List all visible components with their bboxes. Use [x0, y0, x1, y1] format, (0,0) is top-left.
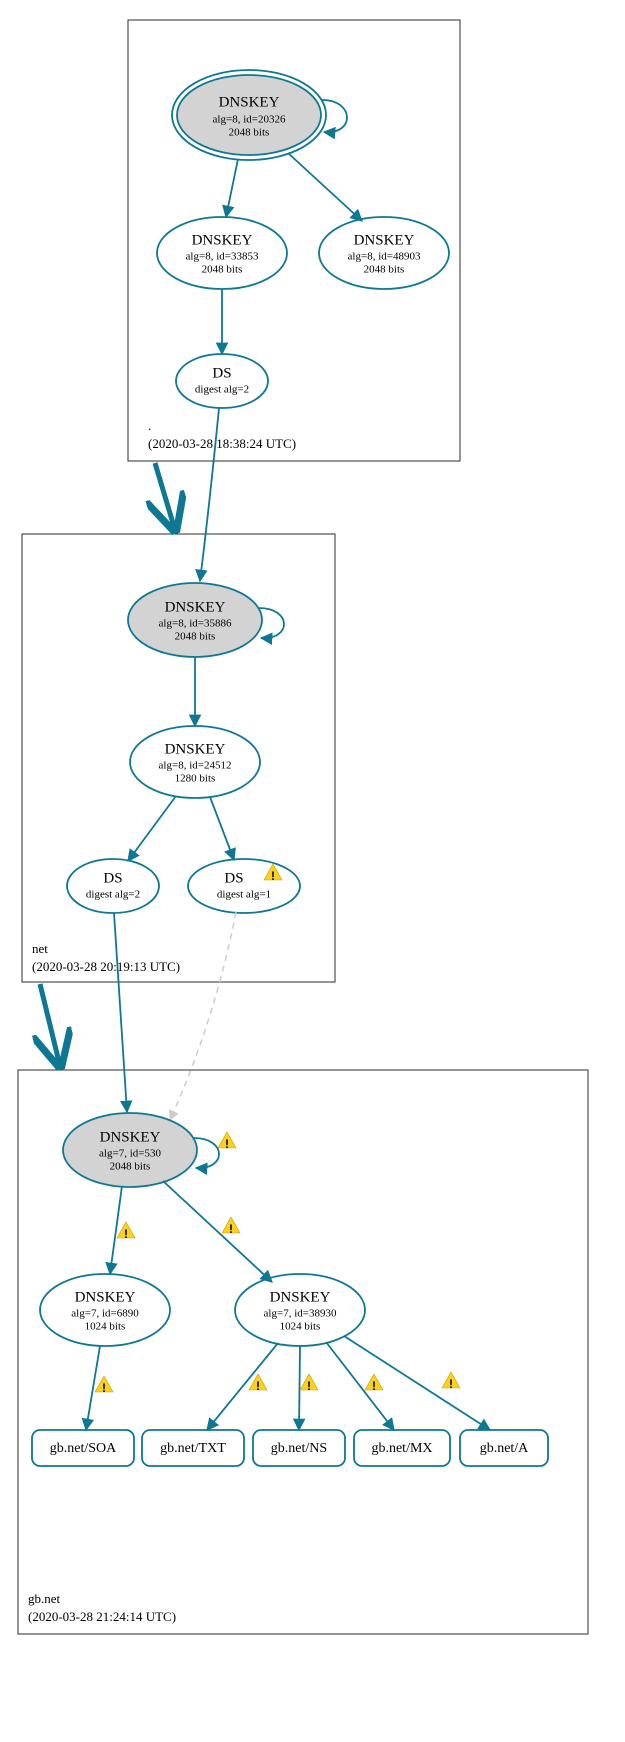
node-gb-ksk-title: DNSKEY: [100, 1129, 161, 1145]
warning-icon: !: [249, 1374, 267, 1393]
node-net-ksk-title: DNSKEY: [165, 599, 226, 615]
svg-text:!: !: [307, 1379, 311, 1393]
zone-gb-timestamp: (2020-03-28 21:24:14 UTC): [28, 1609, 176, 1624]
node-net-zsk: DNSKEY alg=8, id=24512 1280 bits: [130, 726, 260, 798]
rrset-txt-label: gb.net/TXT: [160, 1441, 226, 1456]
zone-gb-name: gb.net: [28, 1591, 61, 1606]
delegation-root-to-net: [155, 463, 175, 530]
node-net-ds1-title: DS: [103, 870, 122, 886]
node-root-ds-line1: digest alg=2: [195, 384, 249, 396]
node-net-ds2-title: DS: [224, 870, 243, 886]
zone-root-name: .: [148, 418, 151, 433]
node-gb-zsk1: DNSKEY alg=7, id=6890 1024 bits: [40, 1274, 170, 1346]
node-root-ksk-title: DNSKEY: [219, 94, 280, 110]
node-gb-zsk1-title: DNSKEY: [75, 1289, 136, 1305]
warning-icon: !: [442, 1372, 460, 1391]
svg-text:!: !: [225, 1137, 229, 1151]
node-net-ksk-line2: 2048 bits: [175, 631, 216, 643]
warning-icon: !: [117, 1222, 135, 1241]
warning-icon: !: [95, 1376, 113, 1395]
node-root-zsk2: DNSKEY alg=8, id=48903 2048 bits: [319, 217, 449, 289]
svg-text:!: !: [372, 1379, 376, 1393]
edge-gb-ksk-to-zsk1: [110, 1186, 122, 1274]
node-gb-ksk-line1: alg=7, id=530: [99, 1148, 161, 1160]
node-net-ds2-line1: digest alg=1: [217, 889, 271, 901]
edge-net-ksk-selfloop: [259, 608, 284, 638]
rrset-ns-label: gb.net/NS: [271, 1441, 327, 1456]
edge-net-ds1-to-gb-ksk: [114, 913, 127, 1112]
svg-text:!: !: [256, 1379, 260, 1393]
node-root-ds-title: DS: [212, 365, 231, 381]
node-gb-zsk2-line2: 1024 bits: [280, 1321, 321, 1333]
svg-text:!: !: [102, 1381, 106, 1395]
zone-root-timestamp: (2020-03-28 18:38:24 UTC): [148, 436, 296, 451]
edge-net-ds2-to-gb-ksk: [170, 912, 236, 1120]
node-net-zsk-line2: 1280 bits: [175, 773, 216, 785]
edge-gb-zsk2-to-ns: [299, 1346, 300, 1430]
node-root-zsk2-title: DNSKEY: [354, 232, 415, 248]
node-gb-zsk1-line2: 1024 bits: [85, 1321, 126, 1333]
svg-text:!: !: [449, 1377, 453, 1391]
edge-gb-ksk-to-zsk2: [163, 1181, 272, 1282]
edge-root-ksk-to-zsk2: [288, 153, 362, 221]
node-root-zsk1-line2: 2048 bits: [202, 264, 243, 276]
rrset-a-label: gb.net/A: [480, 1441, 529, 1456]
node-root-zsk1-title: DNSKEY: [192, 232, 253, 248]
node-gb-ksk: DNSKEY alg=7, id=530 2048 bits: [63, 1113, 197, 1187]
rrset-mx-label: gb.net/MX: [371, 1441, 432, 1456]
node-net-zsk-title: DNSKEY: [165, 741, 226, 757]
edge-net-zsk-to-ds1: [128, 796, 176, 861]
node-root-zsk1-line1: alg=8, id=33853: [186, 251, 259, 263]
edge-root-ksk-to-zsk1: [226, 159, 238, 217]
node-net-ksk-line1: alg=8, id=35886: [159, 618, 232, 630]
node-root-zsk2-line2: 2048 bits: [364, 264, 405, 276]
dnssec-diagram: . (2020-03-28 18:38:24 UTC) net (2020-03…: [0, 0, 625, 1742]
svg-text:!: !: [124, 1227, 128, 1241]
zone-net-name: net: [32, 941, 48, 956]
node-gb-ksk-line2: 2048 bits: [110, 1161, 151, 1173]
edge-gb-zsk2-to-mx: [326, 1342, 394, 1430]
warning-icon: !: [218, 1132, 236, 1151]
rrset-soa-label: gb.net/SOA: [50, 1441, 117, 1456]
edge-net-zsk-to-ds2: [210, 797, 234, 860]
node-root-zsk2-line1: alg=8, id=48903: [348, 251, 421, 263]
node-gb-zsk1-line1: alg=7, id=6890: [71, 1308, 139, 1320]
zone-net-timestamp: (2020-03-28 20:19:13 UTC): [32, 959, 180, 974]
node-gb-zsk2-title: DNSKEY: [270, 1289, 331, 1305]
edge-gb-zsk2-to-txt: [207, 1343, 278, 1430]
warning-icon: !: [300, 1374, 318, 1393]
node-net-ds2: DS digest alg=1: [188, 859, 300, 913]
node-root-ksk: DNSKEY alg=8, id=20326 2048 bits: [172, 70, 326, 160]
node-net-ds1: DS digest alg=2: [67, 859, 159, 913]
warning-icon: !: [365, 1374, 383, 1393]
delegation-net-to-gb: [40, 984, 60, 1066]
warning-icon: !: [222, 1217, 240, 1236]
svg-text:!: !: [229, 1222, 233, 1236]
node-root-ksk-line2: 2048 bits: [229, 127, 270, 139]
node-gb-zsk2-line1: alg=7, id=38930: [264, 1308, 337, 1320]
node-net-zsk-line1: alg=8, id=24512: [159, 760, 232, 772]
svg-text:!: !: [271, 869, 275, 883]
node-net-ds1-line1: digest alg=2: [86, 889, 140, 901]
edge-gb-zsk2-to-a: [344, 1336, 490, 1430]
edge-gb-ksk-selfloop: [194, 1138, 219, 1168]
edge-root-ds-to-net-ksk: [200, 408, 219, 581]
node-net-ksk: DNSKEY alg=8, id=35886 2048 bits: [128, 583, 262, 657]
node-root-ds: DS digest alg=2: [176, 354, 268, 408]
node-root-ksk-line1: alg=8, id=20326: [213, 114, 286, 126]
node-root-zsk1: DNSKEY alg=8, id=33853 2048 bits: [157, 217, 287, 289]
node-gb-zsk2: DNSKEY alg=7, id=38930 1024 bits: [235, 1274, 365, 1346]
